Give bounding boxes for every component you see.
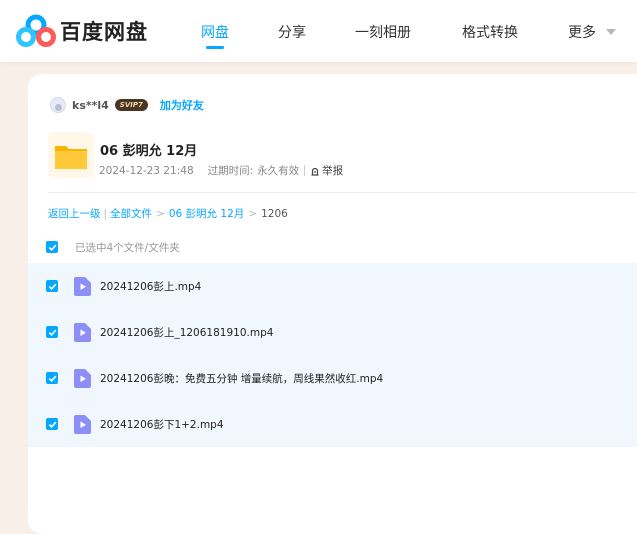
check-icon	[48, 244, 56, 251]
file-checkbox[interactable]	[46, 418, 58, 430]
file-checkbox[interactable]	[46, 326, 58, 338]
add-friend-link[interactable]: 加为好友	[160, 97, 204, 113]
nav-tab-format-convert[interactable]: 格式转换	[462, 22, 518, 42]
file-checkbox[interactable]	[46, 280, 58, 292]
breadcrumb: 返回上一级 | 全部文件 > 06 彭明允 12月 > 1206	[48, 206, 288, 221]
expiry-value: 永久有效	[257, 165, 300, 177]
file-row[interactable]: 20241206彭晚：免费五分钟 增量续航，周线果然收红.mp4	[28, 355, 637, 401]
file-name[interactable]: 20241206彭上.mp4	[100, 279, 201, 294]
video-file-icon	[74, 368, 91, 388]
breadcrumb-separator: >	[156, 207, 165, 220]
select-all-checkbox[interactable]	[46, 241, 58, 253]
check-icon	[48, 421, 56, 428]
report-icon	[311, 167, 319, 176]
file-row[interactable]: 20241206彭下1+2.mp4	[28, 401, 637, 447]
file-name[interactable]: 20241206彭下1+2.mp4	[100, 417, 224, 432]
video-file-icon	[74, 322, 91, 342]
breadcrumb-folder-link[interactable]: 06 彭明允 12月	[169, 206, 244, 221]
breadcrumb-separator: >	[248, 207, 258, 220]
active-tab-indicator	[206, 46, 224, 49]
svip-badge: SVIP7	[114, 99, 148, 111]
check-icon	[48, 283, 56, 290]
divider	[48, 192, 637, 193]
breadcrumb-all-files-link[interactable]: 全部文件	[110, 206, 152, 221]
cloud-logo-icon	[16, 14, 56, 47]
report-label: 举报	[322, 165, 344, 177]
selection-summary: 已选中4个文件/文件夹	[75, 241, 180, 254]
nav-tab-share[interactable]: 分享	[278, 22, 306, 42]
nav-tab-netdisk[interactable]: 网盘	[201, 22, 229, 42]
folder-thumbnail	[48, 132, 94, 178]
baidu-netdisk-logo[interactable]: 百度网盘	[16, 14, 148, 48]
expiry-label: 过期时间:	[207, 165, 254, 177]
folder-icon	[55, 146, 87, 169]
brand-name: 百度网盘	[60, 20, 148, 44]
file-name[interactable]: 20241206彭上_1206181910.mp4	[100, 325, 273, 340]
breadcrumb-back-link[interactable]: 返回上一级	[48, 206, 101, 221]
breadcrumb-current: 1206	[261, 207, 288, 220]
share-card: ks**l4 SVIP7 加为好友 06 彭明允 12月 2024-12-23 …	[28, 74, 637, 534]
report-button[interactable]: 举报	[310, 163, 343, 178]
nav-tab-photo-album[interactable]: 一刻相册	[355, 22, 411, 42]
breadcrumb-pipe: |	[103, 207, 108, 220]
nav-tab-more[interactable]: 更多	[568, 22, 596, 42]
share-date: 2024-12-23 21:48	[99, 164, 194, 177]
check-icon	[48, 375, 56, 382]
avatar[interactable]	[50, 97, 66, 113]
chevron-down-icon[interactable]	[606, 29, 616, 35]
check-icon	[48, 329, 56, 336]
file-checkbox[interactable]	[46, 372, 58, 384]
file-list: 20241206彭上.mp4 20241206彭上_1206181910.mp4…	[28, 263, 637, 447]
select-all-row: 已选中4个文件/文件夹	[46, 238, 180, 256]
file-row[interactable]: 20241206彭上.mp4	[28, 263, 637, 309]
sharer-name[interactable]: ks**l4	[72, 99, 109, 112]
share-meta: 2024-12-23 21:48 过期时间: 永久有效 举报	[99, 163, 343, 178]
share-title: 06 彭明允 12月	[100, 144, 198, 159]
meta-divider	[304, 165, 306, 176]
sharer-info: ks**l4 SVIP7 加为好友	[50, 96, 204, 114]
file-row[interactable]: 20241206彭上_1206181910.mp4	[28, 309, 637, 355]
file-name[interactable]: 20241206彭晚：免费五分钟 增量续航，周线果然收红.mp4	[100, 371, 383, 386]
top-navigation-bar: 百度网盘 网盘 分享 一刻相册 格式转换 更多	[0, 0, 637, 62]
video-file-icon	[74, 414, 91, 434]
video-file-icon	[74, 276, 91, 296]
